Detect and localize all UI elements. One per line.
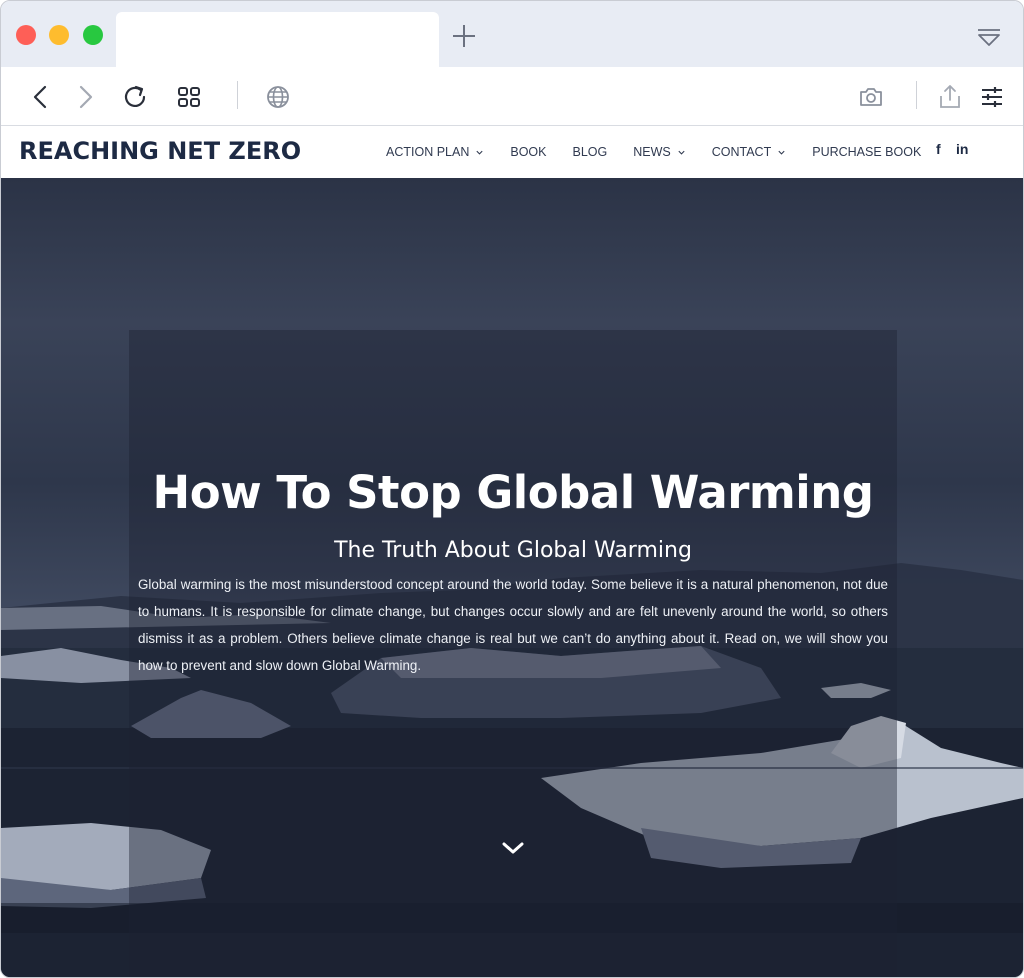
- nav-item-label: BLOG: [572, 145, 608, 159]
- hero-section: How To Stop Global Warming The Truth Abo…: [1, 178, 1023, 977]
- reload-icon[interactable]: [121, 83, 149, 111]
- tab-grid-icon[interactable]: [176, 83, 204, 111]
- minimize-window-button[interactable]: [49, 25, 69, 45]
- nav-item-label: BOOK: [510, 145, 547, 159]
- facebook-icon[interactable]: f: [936, 141, 941, 157]
- nav-item-news[interactable]: NEWS: [633, 145, 686, 159]
- hero-subtitle: The Truth About Global Warming: [334, 538, 692, 563]
- close-window-button[interactable]: [16, 25, 36, 45]
- share-icon[interactable]: [936, 83, 964, 111]
- chevron-down-icon: [778, 150, 785, 155]
- chevron-down-icon: [476, 150, 483, 155]
- toolbar-divider: [237, 81, 238, 109]
- nav-item-book[interactable]: BOOK: [510, 145, 546, 159]
- main-nav: ACTION PLAN BOOK BLOG NEWS CONTACT PURCH…: [386, 143, 947, 161]
- back-icon[interactable]: [27, 83, 55, 111]
- new-tab-plus-icon[interactable]: [451, 23, 477, 49]
- toolbar-divider: [916, 81, 917, 109]
- nav-item-blog[interactable]: BLOG: [572, 145, 607, 159]
- site-logo[interactable]: REACHING NET ZERO: [19, 137, 301, 165]
- globe-icon[interactable]: [264, 83, 292, 111]
- tab-bar: [1, 1, 1023, 67]
- site-header: REACHING NET ZERO ACTION PLAN BOOK BLOG …: [1, 126, 1023, 178]
- active-tab[interactable]: [116, 12, 439, 67]
- linkedin-icon[interactable]: in: [956, 141, 968, 157]
- nav-item-label: NEWS: [633, 145, 671, 159]
- browser-window: REACHING NET ZERO ACTION PLAN BOOK BLOG …: [0, 0, 1024, 978]
- chevron-down-icon[interactable]: [501, 840, 525, 856]
- settings-sliders-icon[interactable]: [978, 83, 1006, 111]
- forward-icon[interactable]: [71, 83, 99, 111]
- hero-body-text: Global warming is the most misunderstood…: [138, 577, 888, 673]
- tab-overview-icon[interactable]: [976, 27, 1002, 49]
- nav-item-label: CONTACT: [711, 145, 772, 159]
- hero-title: How To Stop Global Warming: [152, 466, 874, 519]
- nav-item-label: ACTION PLAN: [386, 145, 470, 159]
- browser-toolbar: [1, 67, 1023, 126]
- chevron-down-icon: [678, 150, 685, 155]
- nav-item-label: PURCHASE BOOK: [812, 145, 922, 159]
- camera-icon[interactable]: [857, 83, 885, 111]
- nav-item-purchase-book[interactable]: PURCHASE BOOK: [812, 145, 921, 159]
- nav-item-contact[interactable]: CONTACT: [712, 145, 787, 159]
- maximize-window-button[interactable]: [83, 25, 103, 45]
- nav-item-action-plan[interactable]: ACTION PLAN: [386, 145, 484, 159]
